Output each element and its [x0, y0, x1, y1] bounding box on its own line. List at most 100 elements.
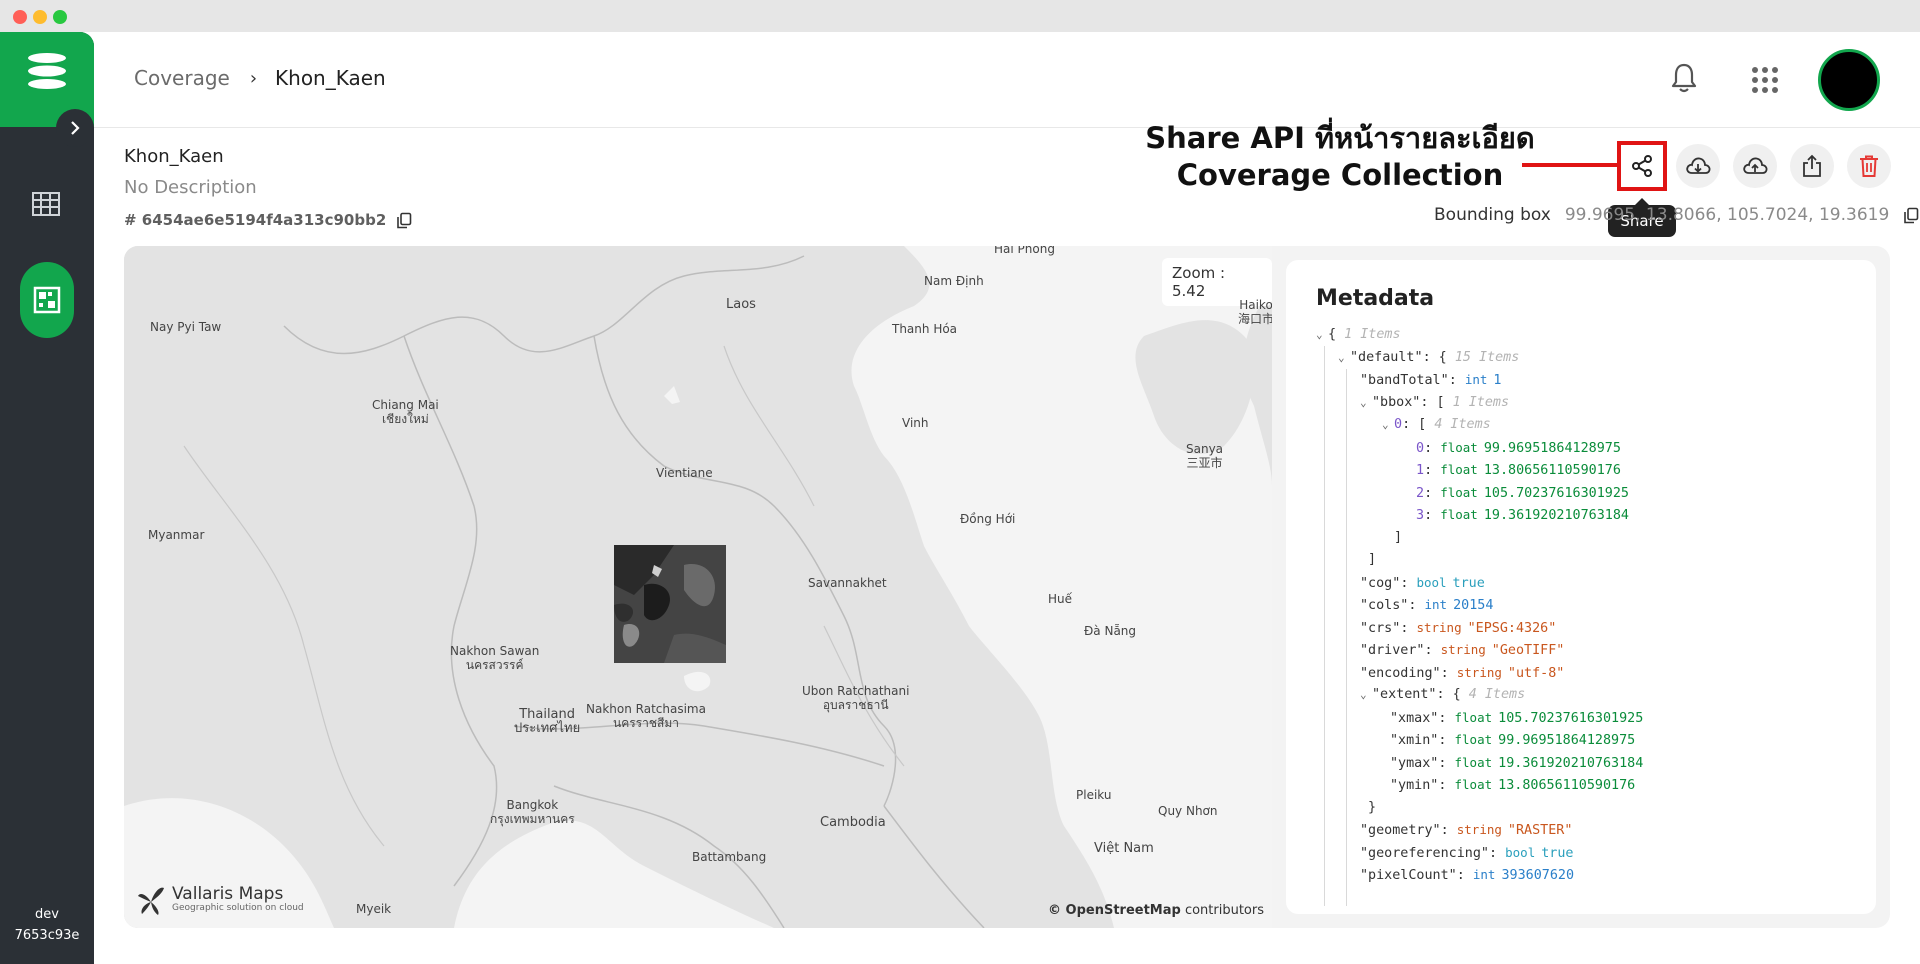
json-key: "extent" — [1372, 687, 1437, 702]
item-count: 4 Items — [1468, 687, 1526, 702]
coverage-description: No Description — [124, 177, 257, 198]
close-window-button[interactable] — [13, 10, 27, 24]
json-type: float — [1440, 484, 1478, 500]
tree-row-driver: "driver": string "GeoTIFF" — [1360, 642, 1565, 658]
openstreetmap-link[interactable]: © OpenStreetMap — [1048, 903, 1181, 918]
breadcrumb-current: Khon_Kaen — [275, 66, 386, 90]
json-type: string — [1416, 619, 1462, 635]
json-type: string — [1456, 664, 1502, 680]
json-value: 19.361920210763184 — [1483, 508, 1629, 523]
chevron-right-icon: › — [249, 67, 258, 89]
map-view[interactable]: Zoom : 5.42 Hải Phòng Nam Định Laos Haik… — [124, 246, 1272, 928]
json-type: float — [1454, 732, 1493, 747]
map-label: Battambang — [692, 850, 767, 864]
sidebar-item-coverage[interactable] — [20, 262, 74, 338]
breadcrumb-coverage-link[interactable]: Coverage — [134, 66, 230, 90]
json-key: "geometry" — [1360, 823, 1441, 838]
map-label: Huế — [1048, 592, 1073, 606]
chevron-down-icon[interactable]: ⌄ — [1338, 347, 1350, 370]
json-type: float — [1440, 507, 1478, 522]
vallaris-brand: Vallaris Maps Geographic solution on clo… — [136, 882, 304, 916]
map-label: Vinh — [902, 416, 929, 430]
map-label: Pleiku — [1076, 788, 1112, 802]
json-index: 1 — [1416, 463, 1425, 478]
json-value: 105.70237616301925 — [1498, 710, 1644, 726]
map-label: Cambodia — [820, 815, 886, 830]
delete-button[interactable] — [1847, 144, 1891, 188]
annotation-line-1: Share API ที่หน้ารายละเอียด — [1145, 121, 1535, 155]
maximize-window-button[interactable] — [53, 10, 67, 24]
json-key: "encoding" — [1360, 665, 1441, 681]
annotation-arrow — [1522, 163, 1622, 167]
map-label-line: เชียงใหม่ — [381, 412, 429, 426]
map-label: Đà Nẵng — [1084, 624, 1137, 638]
tree-row-cols: "cols": int 20154 — [1360, 597, 1494, 613]
tree-row-default: ⌄ "default": { 15 Items — [1316, 347, 1876, 370]
sidebar-item-features[interactable] — [30, 190, 62, 222]
map-label: Nakhon Sawan นครสวรรค์ — [450, 644, 539, 672]
root-brace: { — [1328, 327, 1337, 342]
coverage-raster-layer — [614, 545, 726, 663]
json-key: "cog" — [1360, 575, 1401, 591]
tree-row-close: ] — [1394, 529, 1403, 545]
json-key: "georeferencing" — [1360, 845, 1489, 861]
tree-row-bbox: ⌄ "bbox": [ 1 Items — [1316, 392, 1876, 415]
tree-row-bbox-value: 2: float 105.70237616301925 — [1416, 484, 1629, 501]
minimize-window-button[interactable] — [33, 10, 47, 24]
map-label: Myeik — [356, 902, 392, 916]
item-count: 15 Items — [1454, 349, 1520, 365]
json-type: float — [1454, 777, 1493, 792]
map-label: Đồng Hới — [960, 512, 1016, 526]
environment-info: dev 7653c93e — [0, 904, 94, 946]
attribution-suffix: contributors — [1180, 903, 1264, 918]
sidebar: dev 7653c93e — [0, 32, 94, 964]
json-type: float — [1454, 754, 1493, 770]
map-label-line: 三亚市 — [1186, 456, 1223, 470]
json-value: "utf-8" — [1507, 665, 1565, 681]
metadata-json-tree[interactable]: ⌄{ 1 Items ⌄ "default": { 15 Items "bandT… — [1316, 324, 1876, 906]
chevron-down-icon[interactable]: ⌄ — [1316, 324, 1328, 347]
json-key: "xmax" — [1390, 710, 1439, 726]
share-button[interactable] — [1617, 141, 1667, 191]
json-type: float — [1440, 462, 1478, 477]
map-label-line: Nakhon Ratchasima — [586, 702, 706, 716]
json-key: "ymin" — [1390, 778, 1439, 793]
upload-button[interactable] — [1733, 144, 1777, 188]
json-value: "GeoTIFF" — [1491, 643, 1565, 658]
chevron-down-icon[interactable]: ⌄ — [1360, 392, 1372, 415]
json-value: true — [1452, 575, 1485, 591]
tree-row-ymax: "ymax": float 19.361920210763184 — [1390, 754, 1644, 771]
tree-row-pixelcount: "pixelCount": int 393607620 — [1360, 867, 1575, 883]
json-key: "cols" — [1360, 598, 1409, 613]
tree-row-bbox-value: 1: float 13.80656110590176 — [1416, 462, 1621, 478]
tree-row-cog: "cog": bool true — [1360, 574, 1485, 591]
map-label-line: Chiang Mai — [372, 398, 439, 412]
chevron-down-icon[interactable]: ⌄ — [1382, 414, 1394, 437]
map-label-line: Ubon Ratchathani — [802, 684, 910, 698]
download-button[interactable] — [1676, 144, 1720, 188]
avatar[interactable] — [1818, 49, 1880, 111]
export-button[interactable] — [1790, 144, 1834, 188]
tree-row-geometry: "geometry": string "RASTER" — [1360, 822, 1573, 838]
copy-icon[interactable] — [1903, 207, 1919, 224]
map-label: Sanya 三亚市 — [1186, 442, 1223, 470]
tree-row-xmax: "xmax": float 105.70237616301925 — [1390, 709, 1644, 726]
tree-row-close: ] — [1368, 552, 1377, 567]
apps-menu-button[interactable] — [1751, 66, 1779, 98]
json-value: 19.361920210763184 — [1498, 755, 1644, 771]
sidebar-expand-button[interactable] — [56, 109, 94, 147]
json-value: "RASTER" — [1507, 823, 1573, 838]
json-type: bool — [1505, 844, 1536, 860]
tree-row-encoding: "encoding": string "utf-8" — [1360, 664, 1565, 681]
bounding-box: Bounding box 99.9695, 13.8066, 105.7024,… — [1434, 205, 1919, 225]
copy-icon[interactable] — [396, 212, 412, 229]
json-type: int — [1424, 597, 1448, 612]
map-label-line: อุบลราชธานี — [822, 698, 889, 712]
bounding-box-label: Bounding box — [1434, 205, 1551, 225]
map-label: Việt Nam — [1094, 841, 1154, 856]
notifications-button[interactable] — [1670, 62, 1698, 98]
tree-row-georeferencing: "georeferencing": bool true — [1360, 844, 1574, 861]
chevron-down-icon[interactable]: ⌄ — [1360, 684, 1372, 707]
json-value: 393607620 — [1501, 868, 1575, 883]
map-label-line: นครราชสีมา — [612, 716, 679, 730]
